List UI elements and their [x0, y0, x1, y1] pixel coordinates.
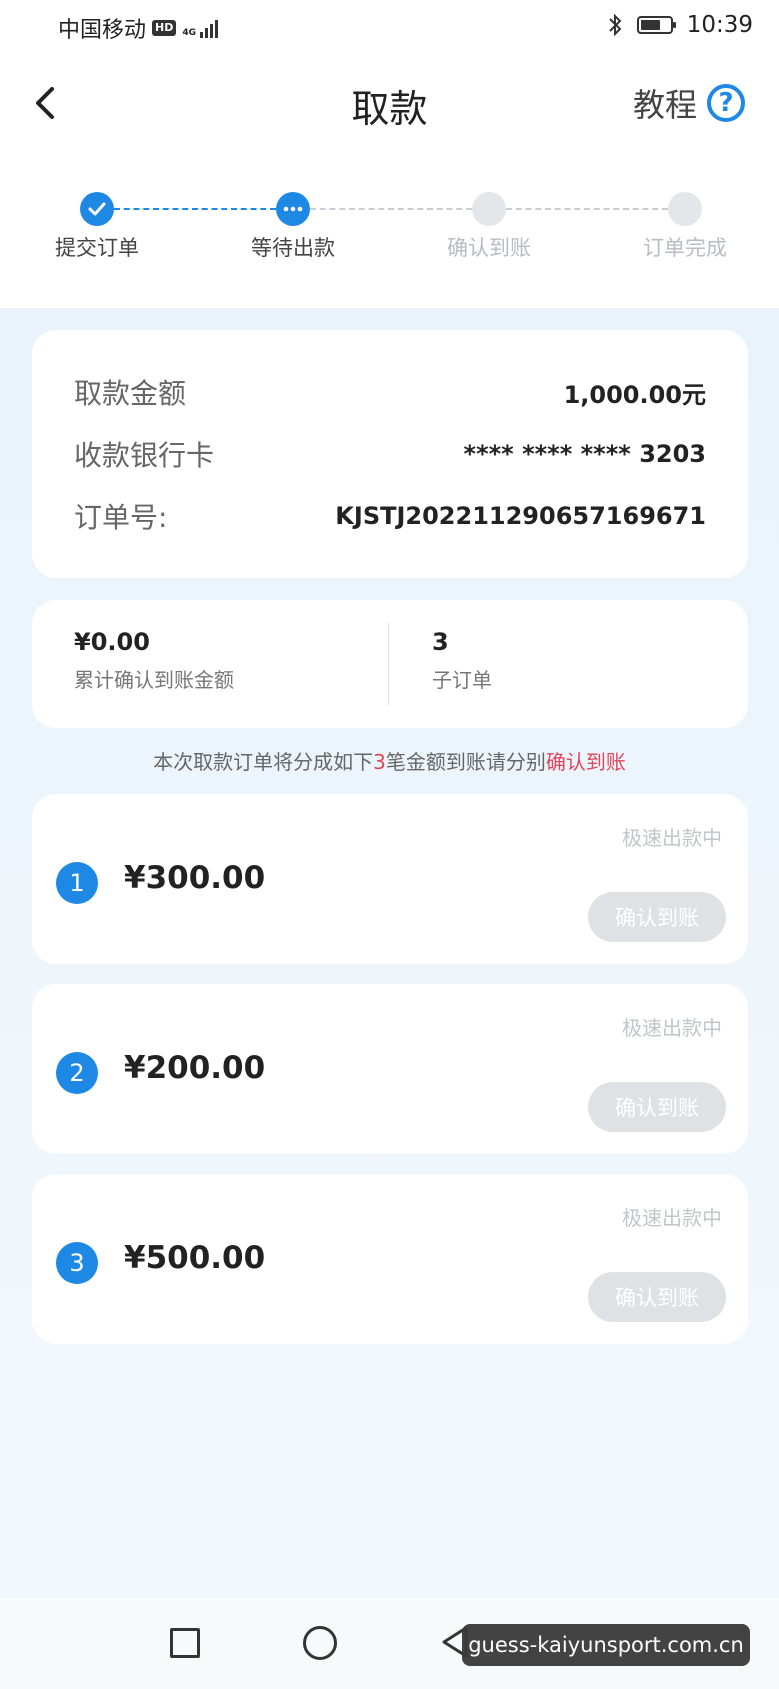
bluetooth-icon — [608, 13, 622, 37]
nav-bar: 取款 教程 ? — [0, 56, 779, 152]
sub-orders-block: 3 子订单 — [432, 628, 492, 693]
home-button[interactable] — [303, 1626, 337, 1660]
bank-card-row: 收款银行卡 **** **** **** 3203 — [74, 434, 706, 474]
sub-order-card: 3 ¥500.00 极速出款中 确认到账 — [32, 1174, 748, 1344]
question-circle-icon: ? — [707, 84, 745, 122]
confirmed-amount-label: 累计确认到账金额 — [74, 668, 234, 692]
amount-value: 1,000.00元 — [563, 380, 706, 409]
network-type: 4G — [182, 28, 197, 38]
sub-order-card: 1 ¥300.00 极速出款中 确认到账 — [32, 794, 748, 964]
confirm-receipt-button[interactable]: 确认到账 — [588, 1082, 726, 1132]
order-number-label: 订单号: — [74, 501, 168, 534]
order-amount: ¥500.00 — [124, 1240, 266, 1276]
signal-icon: 4G — [182, 18, 219, 38]
carrier-name: 中国移动 — [58, 18, 147, 43]
order-number-row: 订单号: KJSTJ202211290657169671 — [74, 496, 706, 536]
step-label-waiting: 等待出款 — [251, 236, 335, 260]
step-connector — [310, 208, 472, 210]
confirm-receipt-button[interactable]: 确认到账 — [588, 892, 726, 942]
order-index-badge: 1 — [56, 862, 98, 904]
notice-count: 3 — [373, 750, 386, 774]
amount-label: 取款金额 — [74, 377, 187, 410]
recent-apps-button[interactable] — [170, 1628, 200, 1658]
bank-card-value: **** **** **** 3203 — [463, 440, 706, 468]
order-status: 极速出款中 — [622, 1206, 722, 1230]
amount-row: 取款金额 1,000.00元 — [74, 372, 706, 412]
step-current-indicator — [276, 192, 310, 226]
status-left: 中国移动 HD 4G — [58, 12, 219, 44]
status-right: 10:39 — [607, 12, 753, 38]
status-bar: 中国移动 HD 4G 10:39 — [0, 0, 779, 56]
sub-order-card: 2 ¥200.00 极速出款中 确认到账 — [32, 984, 748, 1154]
step-label-submit: 提交订单 — [55, 236, 139, 260]
battery-icon — [636, 16, 676, 34]
sub-orders-label: 子订单 — [432, 668, 492, 692]
step-done-indicator — [80, 192, 114, 226]
confirm-receipt-button[interactable]: 确认到账 — [588, 1272, 726, 1322]
hd-badge: HD — [152, 20, 177, 36]
clock: 10:39 — [686, 12, 753, 38]
split-notice: 本次取款订单将分成如下3笔金额到账请分别确认到账 — [0, 746, 779, 775]
step-pending-indicator — [472, 192, 506, 226]
withdrawal-info-card: 取款金额 1,000.00元 收款银行卡 **** **** **** 3203… — [32, 330, 748, 578]
order-status: 极速出款中 — [622, 1016, 722, 1040]
ellipsis-icon — [283, 206, 303, 212]
step-pending-indicator — [668, 192, 702, 226]
order-index-badge: 2 — [56, 1052, 98, 1094]
step-label-confirm: 确认到账 — [447, 236, 531, 260]
order-index-badge: 3 — [56, 1242, 98, 1284]
progress-steps: 提交订单 等待出款 确认到账 订单完成 — [0, 152, 779, 302]
check-icon — [88, 202, 106, 216]
tutorial-label: 教程 — [632, 86, 697, 124]
notice-middle: 笔金额到账请分别 — [385, 750, 546, 774]
step-label-complete: 订单完成 — [643, 236, 727, 260]
order-number-value: KJSTJ202211290657169671 — [335, 502, 706, 530]
notice-prefix: 本次取款订单将分成如下 — [153, 750, 374, 774]
confirmed-amount-value: ¥0.00 — [74, 628, 150, 656]
sub-orders-count: 3 — [432, 628, 449, 656]
summary-card: ¥0.00 累计确认到账金额 3 子订单 — [32, 600, 748, 728]
step-connector — [506, 208, 668, 210]
order-amount: ¥200.00 — [124, 1050, 266, 1086]
watermark-banner: guess-kaiyunsport.com.cn — [462, 1624, 750, 1666]
order-status: 极速出款中 — [622, 826, 722, 850]
notice-confirm-link[interactable]: 确认到账 — [546, 750, 626, 774]
order-amount: ¥300.00 — [124, 860, 266, 896]
tutorial-button[interactable]: 教程 ? — [633, 80, 745, 126]
step-connector — [114, 208, 276, 210]
bank-card-label: 收款银行卡 — [74, 439, 215, 472]
confirmed-amount-block: ¥0.00 累计确认到账金额 — [74, 628, 234, 693]
summary-divider — [388, 622, 389, 706]
